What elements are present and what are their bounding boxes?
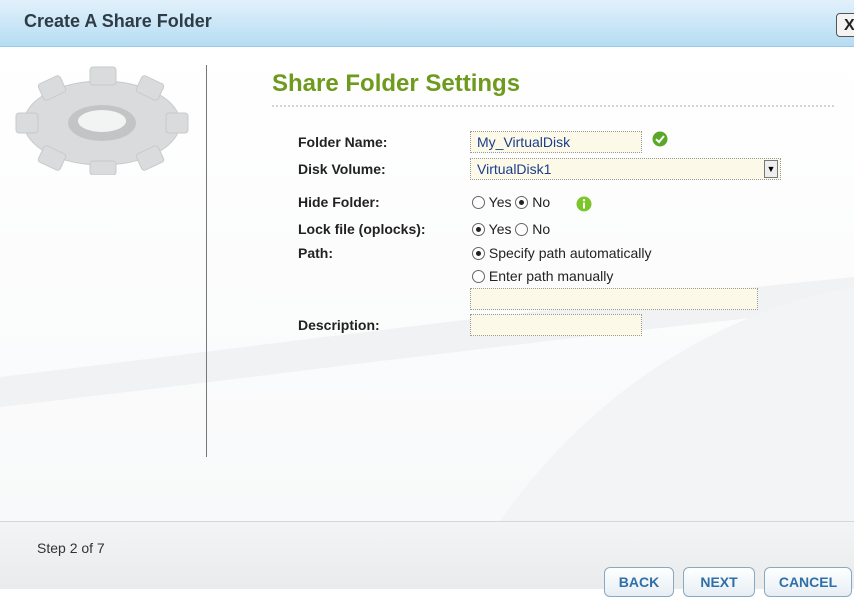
disk-volume-select[interactable]: VirtualDisk1 ▼ <box>470 158 781 180</box>
info-icon[interactable] <box>576 196 592 212</box>
dialog-body: Share Folder Settings <box>0 47 854 521</box>
lock-file-yes-radio[interactable] <box>472 223 485 236</box>
next-button[interactable]: NEXT <box>683 567 755 597</box>
hide-folder-no-label: No <box>532 194 551 210</box>
gear-icon <box>15 66 189 175</box>
folder-name-input[interactable]: My_VirtualDisk <box>470 131 642 153</box>
lock-file-no-radio[interactable] <box>515 223 529 236</box>
lock-file-group: Yes No <box>472 221 550 237</box>
description-label: Description: <box>298 317 380 333</box>
hide-folder-yes-label: Yes <box>488 194 512 210</box>
vertical-divider <box>206 65 207 457</box>
cancel-button[interactable]: CANCEL <box>764 567 852 597</box>
lock-file-yes-label: Yes <box>488 221 512 237</box>
hide-folder-label: Hide Folder: <box>298 194 380 210</box>
path-label: Path: <box>298 245 333 261</box>
lock-file-label: Lock file (oplocks): <box>298 221 426 237</box>
hide-folder-group: Yes No <box>472 194 550 210</box>
window-title: Create A Share Folder <box>24 11 212 31</box>
title-bar: Create A Share Folder X <box>0 0 854 47</box>
lock-file-no-label: No <box>532 221 551 237</box>
disk-volume-label: Disk Volume: <box>298 161 386 177</box>
valid-check-icon <box>652 131 668 147</box>
path-manual-option: Enter path manually <box>472 268 613 284</box>
step-indicator: Step 2 of 7 <box>37 540 105 556</box>
path-auto-label: Specify path automatically <box>488 245 652 261</box>
path-auto-radio[interactable] <box>472 247 485 260</box>
section-heading: Share Folder Settings <box>272 70 521 97</box>
disk-volume-value: VirtualDisk1 <box>477 161 552 177</box>
dropdown-arrow-icon: ▼ <box>764 160 778 178</box>
folder-name-label: Folder Name: <box>298 134 388 150</box>
close-button[interactable]: X <box>836 13 854 37</box>
path-manual-label: Enter path manually <box>488 268 614 284</box>
path-manual-radio[interactable] <box>472 270 485 283</box>
dotted-separator <box>272 105 834 107</box>
path-manual-input[interactable] <box>470 288 758 310</box>
description-input[interactable] <box>470 314 642 336</box>
hide-folder-yes-radio[interactable] <box>472 196 485 209</box>
path-auto-option: Specify path automatically <box>472 245 652 261</box>
back-button[interactable]: BACK <box>604 567 674 597</box>
hide-folder-no-radio[interactable] <box>515 196 529 209</box>
